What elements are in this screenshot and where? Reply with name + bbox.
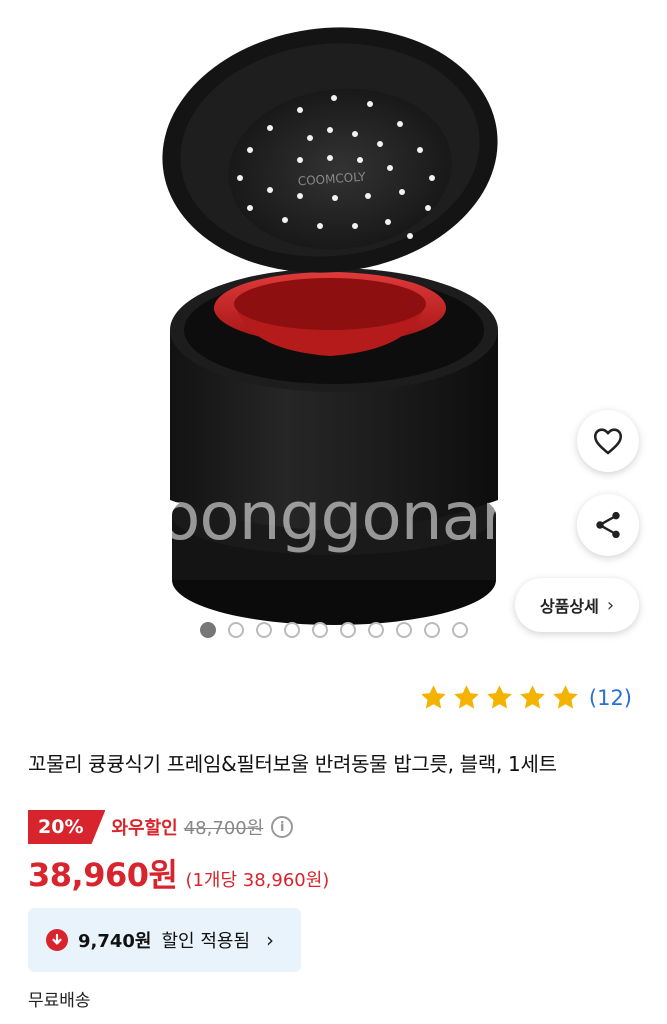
info-icon[interactable]: i	[271, 816, 294, 838]
chevron-right-icon: ›	[606, 594, 615, 616]
chevron-right-icon: ›	[266, 928, 275, 952]
coupon-applied-button[interactable]: 9,740원 할인 적용됨 ›	[28, 908, 301, 972]
discount-percent-badge: 20%	[28, 810, 106, 844]
star-icon	[421, 685, 446, 709]
product-detail-button[interactable]: 상품상세 ›	[515, 578, 639, 632]
coupon-amount: 9,740원	[78, 931, 152, 952]
wow-discount-label: 와우할인	[111, 818, 178, 839]
product-image[interactable]: COOMCOLY oonggonara	[0, 0, 667, 650]
product-title: 꼬물리 큥큥식기 프레임&필터보울 반려동물 밥그릇, 블랙, 1세트	[28, 752, 557, 776]
shipping-info: 무료배송	[28, 991, 91, 1011]
watermark: oonggonara	[160, 478, 548, 555]
carousel-dot[interactable]	[312, 622, 328, 638]
price-row: 38,960원 (1개당 38,960원)	[28, 850, 329, 896]
arrow-down-icon	[46, 929, 68, 951]
carousel-dot[interactable]	[368, 622, 384, 638]
star-icon	[553, 685, 578, 709]
carousel-dot[interactable]	[200, 622, 216, 638]
carousel-dot[interactable]	[228, 622, 244, 638]
star-icon	[487, 685, 512, 709]
star-icon	[520, 685, 545, 709]
carousel-dot[interactable]	[452, 622, 468, 638]
star-icon	[454, 685, 479, 709]
carousel-dot[interactable]	[340, 622, 356, 638]
wishlist-button[interactable]	[577, 410, 639, 472]
carousel-dot[interactable]	[256, 622, 272, 638]
unit-price: (1개당 38,960원)	[185, 870, 330, 891]
carousel-indicator[interactable]	[200, 622, 468, 638]
heart-icon	[593, 428, 623, 455]
rating[interactable]: (12)	[418, 682, 632, 713]
review-count-link[interactable]: (12)	[589, 686, 632, 710]
original-price: 48,700원	[183, 818, 264, 839]
share-icon	[596, 511, 620, 539]
carousel-dot[interactable]	[396, 622, 412, 638]
carousel-dot[interactable]	[284, 622, 300, 638]
coupon-text: 할인 적용됨	[161, 931, 251, 952]
product-detail-label: 상품상세	[539, 597, 599, 616]
share-button[interactable]	[577, 494, 639, 556]
discount-row: 20% 와우할인 48,700원 i	[28, 810, 294, 844]
sale-price: 38,960원	[28, 856, 178, 894]
carousel-dot[interactable]	[424, 622, 440, 638]
